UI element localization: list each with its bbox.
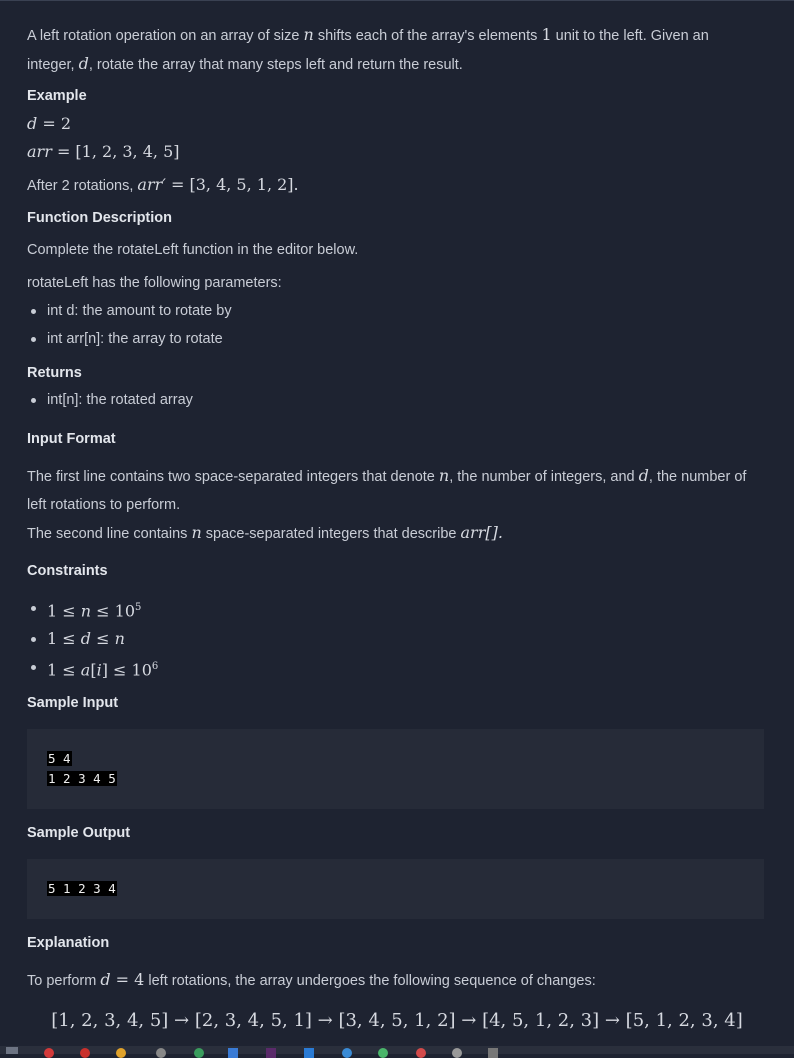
- app-icon[interactable]: [116, 1048, 126, 1058]
- after-text: After 2 rotations,: [27, 178, 134, 194]
- list-item: 1 ≤ a[i] ≤ 106: [27, 653, 158, 684]
- sample-input-heading: Sample Input: [27, 695, 119, 711]
- start-icon[interactable]: [6, 1047, 18, 1054]
- function-description-text: Complete the rotateLeft function in the …: [27, 242, 359, 258]
- list-item: int[n]: the rotated array: [27, 386, 193, 414]
- input-text: space-separated integers that describe: [205, 526, 457, 542]
- explanation-part: left rotations, the array undergoes the …: [148, 973, 596, 989]
- app-icon[interactable]: [452, 1048, 462, 1058]
- rotation-sequence: [1, 2, 3, 4, 5] → [2, 3, 4, 5, 1] → [3, …: [51, 1010, 743, 1031]
- app-icon[interactable]: [194, 1048, 204, 1058]
- intro-text: unit to the left. Given an: [555, 28, 709, 44]
- example-arr: arr = [1, 2, 3, 4, 5]: [27, 138, 180, 166]
- app-icon[interactable]: [44, 1048, 54, 1058]
- after-rotations: After 2 rotations, arr′ = [3, 4, 5, 1, 2…: [27, 171, 299, 200]
- math-arr-value: = [1, 2, 3, 4, 5]: [56, 142, 180, 161]
- intro-text: integer,: [27, 57, 75, 73]
- sample-output-heading: Sample Output: [27, 825, 131, 841]
- input-format-paragraph: The first line contains two space-separa…: [27, 462, 767, 548]
- function-description-heading: Function Description: [27, 210, 172, 226]
- input-format-heading: Input Format: [27, 431, 116, 447]
- intro-text: , rotate the array that many steps left …: [88, 57, 463, 73]
- input-text: The second line contains: [27, 526, 188, 542]
- app-icon[interactable]: [488, 1048, 498, 1058]
- code-line: 1 2 3 4 5: [47, 771, 117, 786]
- math-n: n: [191, 523, 202, 542]
- intro-text: A left rotation operation on an array of…: [27, 28, 300, 44]
- list-item: 1 ≤ d ≤ n: [27, 625, 158, 653]
- app-icon[interactable]: [342, 1048, 352, 1058]
- math-arr: arr[].: [460, 523, 503, 542]
- input-text: , the number of: [648, 469, 747, 485]
- explanation-part: To perform: [27, 973, 97, 989]
- input-text: left rotations to perform.: [27, 497, 181, 513]
- sample-output-code: 5 1 2 3 4: [47, 879, 117, 899]
- code-line: 5 4: [47, 751, 72, 766]
- explanation-text: To perform d = 4 left rotations, the arr…: [27, 970, 596, 989]
- top-divider: [0, 0, 794, 1]
- intro-paragraph: A left rotation operation on an array of…: [27, 21, 767, 79]
- example-d: d = 2: [27, 114, 72, 133]
- input-text: , the number of integers, and: [449, 469, 635, 485]
- app-icon[interactable]: [416, 1048, 426, 1058]
- after-math: arr′ = [3, 4, 5, 1, 2].: [137, 175, 299, 194]
- sample-input-code: 5 4 1 2 3 4 5: [47, 749, 117, 789]
- sample-input-box: 5 4 1 2 3 4 5: [27, 729, 764, 809]
- math-d: d: [638, 466, 649, 485]
- returns-list: int[n]: the rotated array: [27, 386, 193, 414]
- parameters-intro: rotateLeft has the following parameters:: [27, 275, 282, 291]
- math-d: d: [78, 54, 89, 73]
- constraints-heading: Constraints: [27, 563, 108, 579]
- intro-text: shifts each of the array's elements: [317, 28, 538, 44]
- sample-output-box: 5 1 2 3 4: [27, 859, 764, 919]
- input-text: The first line contains two space-separa…: [27, 469, 435, 485]
- constraints-list: 1 ≤ n ≤ 105 1 ≤ d ≤ n 1 ≤ a[i] ≤ 106: [27, 594, 158, 685]
- parameters-list: int d: the amount to rotate by int arr[n…: [27, 297, 232, 353]
- app-icon[interactable]: [228, 1048, 238, 1058]
- example-heading: Example: [27, 88, 87, 104]
- math-n: n: [303, 25, 314, 44]
- explanation-heading: Explanation: [27, 935, 110, 951]
- math-one: 1: [541, 25, 552, 44]
- app-icon[interactable]: [156, 1048, 166, 1058]
- list-item: int arr[n]: the array to rotate: [27, 325, 232, 353]
- math-n: n: [438, 466, 450, 485]
- list-item: 1 ≤ n ≤ 105: [27, 594, 158, 625]
- code-line: 5 1 2 3 4: [47, 881, 117, 896]
- math-arr: arr: [27, 142, 52, 161]
- app-icon[interactable]: [378, 1048, 388, 1058]
- app-icon[interactable]: [304, 1048, 314, 1058]
- app-icon[interactable]: [80, 1048, 90, 1058]
- list-item: int d: the amount to rotate by: [27, 297, 232, 325]
- returns-heading: Returns: [27, 365, 82, 381]
- app-icon[interactable]: [266, 1048, 276, 1058]
